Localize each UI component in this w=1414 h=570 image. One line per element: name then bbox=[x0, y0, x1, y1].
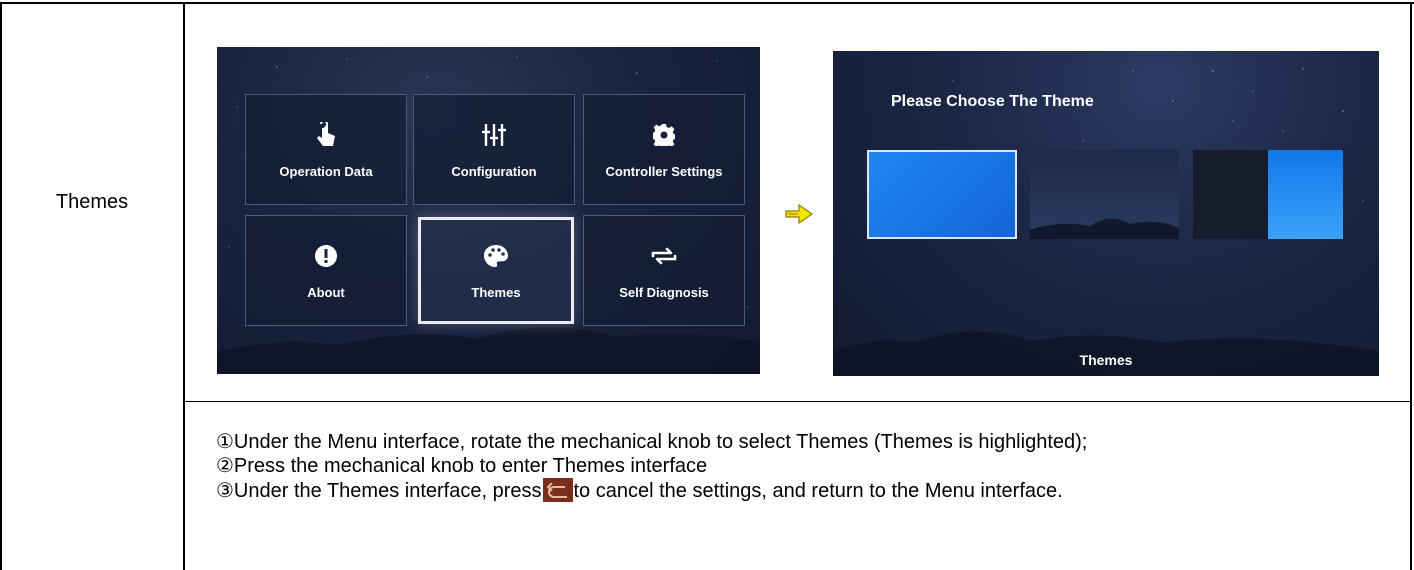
tile-label: About bbox=[307, 285, 345, 300]
tile-self-diagnosis[interactable]: Self Diagnosis bbox=[583, 215, 745, 326]
swap-arrows-icon bbox=[651, 241, 677, 271]
theme-thumbnail-night-sky[interactable] bbox=[1030, 150, 1179, 239]
step-1: ①Under the Menu interface, rotate the me… bbox=[216, 431, 1088, 453]
themes-screen-image: Please Choose The Theme Themes bbox=[833, 51, 1379, 376]
gear-icon bbox=[653, 120, 675, 150]
tile-label: Self Diagnosis bbox=[619, 285, 709, 300]
step-2: ②Press the mechanical knob to enter Them… bbox=[216, 455, 708, 477]
tile-label: Controller Settings bbox=[605, 164, 723, 179]
theme-thumbnail-blue-selected[interactable] bbox=[867, 150, 1017, 239]
back-return-icon bbox=[542, 478, 573, 502]
tile-label: Themes bbox=[471, 285, 521, 300]
tile-label: Operation Data bbox=[279, 164, 373, 179]
theme-thumbnail-light-blue[interactable] bbox=[1268, 150, 1343, 239]
mountain-silhouette bbox=[1030, 218, 1179, 239]
themes-title: Please Choose The Theme bbox=[891, 93, 1094, 110]
right-arrow-icon bbox=[785, 203, 814, 230]
step-3: ③Under the Themes interface, press to can… bbox=[216, 478, 1087, 503]
tile-operation-data[interactable]: Operation Data bbox=[245, 94, 407, 205]
exclamation-icon bbox=[315, 241, 337, 271]
instruction-steps: ①Under the Menu interface, rotate the me… bbox=[216, 430, 1087, 503]
tile-controller-settings[interactable]: Controller Settings bbox=[583, 94, 745, 205]
menu-screen-image: Operation Data Configuration Controller … bbox=[217, 47, 760, 374]
themes-footer-label: Themes bbox=[1079, 352, 1133, 368]
touch-hand-icon bbox=[316, 120, 336, 150]
step-3-before: ③Under the Themes interface, press bbox=[216, 480, 542, 502]
sliders-icon bbox=[482, 120, 506, 150]
palette-icon bbox=[484, 241, 508, 271]
tile-configuration[interactable]: Configuration bbox=[413, 94, 575, 205]
row-label: Themes bbox=[55, 190, 129, 213]
tile-about[interactable]: About bbox=[245, 215, 407, 326]
step-3-after: to cancel the settings, and return to th… bbox=[573, 480, 1063, 502]
tile-themes-selected[interactable]: Themes bbox=[418, 217, 574, 324]
theme-thumbnail-dark[interactable] bbox=[1193, 150, 1268, 239]
tile-label: Configuration bbox=[451, 164, 537, 179]
